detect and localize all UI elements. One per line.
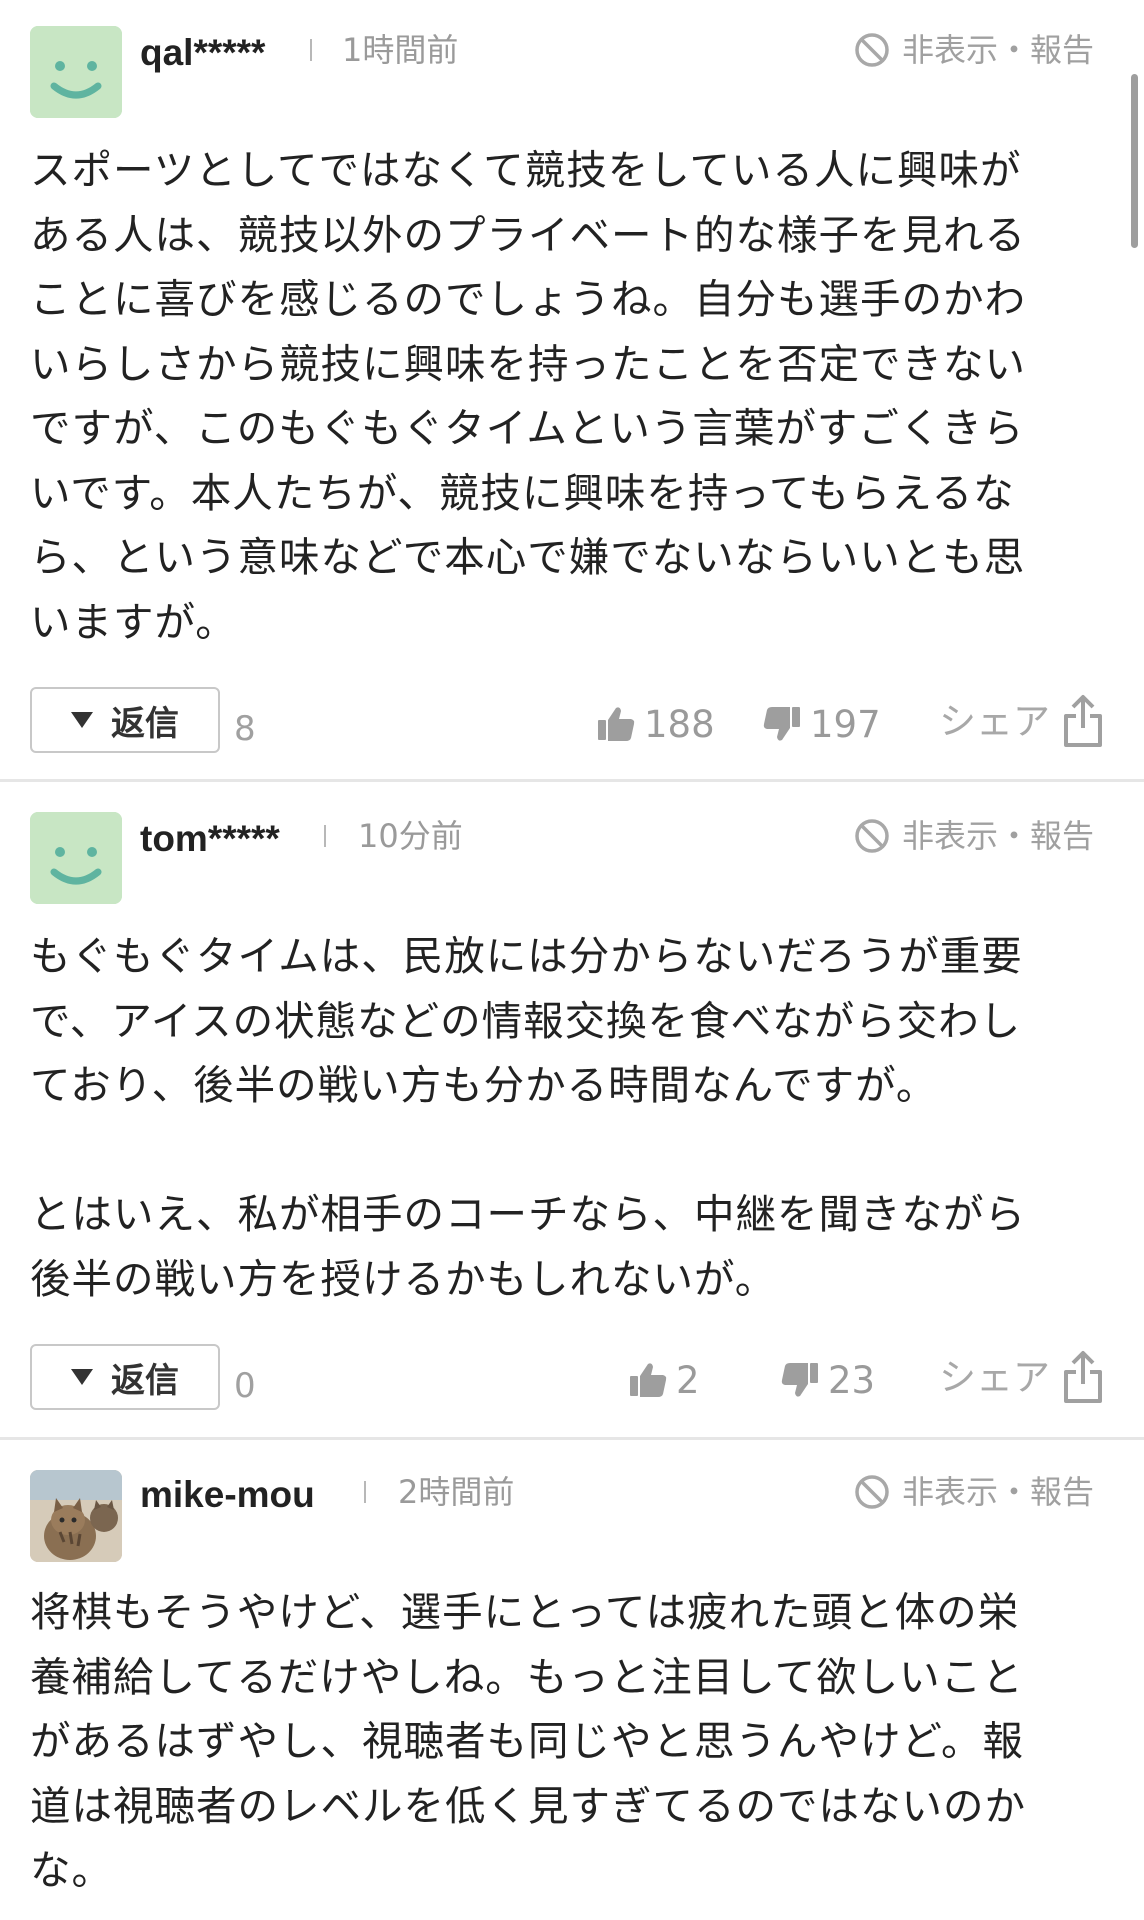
username[interactable]: qal***** xyxy=(140,34,265,71)
comment-text: もぐもぐタイムは、民放には分からないだろうが重要 で、アイスの状態などの情報交換… xyxy=(30,932,1026,1303)
timestamp: 2時間前 xyxy=(398,1473,515,1511)
hide-report-button[interactable]: 非表示・報告 xyxy=(854,818,1094,854)
share-button[interactable]: シェア xyxy=(939,694,1104,748)
separator xyxy=(310,39,312,61)
reply-button[interactable]: 返信 xyxy=(30,1344,220,1410)
like-count: 188 xyxy=(644,702,715,746)
scrollbar[interactable] xyxy=(1131,74,1138,248)
dislike-count: 23 xyxy=(828,1358,876,1402)
hide-report-label: 非表示・報告 xyxy=(901,1473,1094,1511)
reply-count: 0 xyxy=(234,1366,256,1406)
dislike-button[interactable]: 23 xyxy=(780,1360,875,1400)
like-button[interactable]: 2 xyxy=(628,1360,700,1400)
hide-report-label: 非表示・報告 xyxy=(901,817,1094,855)
reply-button[interactable]: 返信 xyxy=(30,687,220,753)
thumbs-up-icon xyxy=(630,1363,667,1397)
thumbs-down-icon xyxy=(763,707,800,741)
share-button[interactable]: シェア xyxy=(939,1350,1104,1404)
divider xyxy=(0,1437,1144,1440)
comment-text: スポーツとしてではなくて競技をしている人に興味が ある人は、競技以外のプライベー… xyxy=(30,146,1026,646)
triangle-down-icon xyxy=(71,712,93,728)
timestamp: 1時間前 xyxy=(342,31,459,69)
like-count: 2 xyxy=(676,1358,700,1402)
username[interactable]: mike-mou xyxy=(140,1476,315,1513)
prohibited-icon xyxy=(855,819,889,853)
separator xyxy=(364,1481,366,1503)
reply-count: 8 xyxy=(234,709,256,749)
share-icon xyxy=(1064,695,1102,747)
hide-report-button[interactable]: 非表示・報告 xyxy=(854,1474,1094,1510)
share-icon xyxy=(1064,1351,1102,1403)
reply-label: 返信 xyxy=(111,1360,179,1401)
smiley-avatar-icon xyxy=(30,812,122,904)
reply-label: 返信 xyxy=(111,703,179,744)
avatar[interactable] xyxy=(30,26,122,118)
divider xyxy=(0,779,1144,782)
share-label: シェア xyxy=(939,699,1050,743)
hide-report-button[interactable]: 非表示・報告 xyxy=(854,32,1094,68)
prohibited-icon xyxy=(855,33,889,67)
timestamp: 10分前 xyxy=(358,817,463,855)
smiley-avatar-icon xyxy=(30,26,122,118)
share-label: シェア xyxy=(939,1355,1050,1399)
triangle-down-icon xyxy=(71,1369,93,1385)
dislike-button[interactable]: 197 xyxy=(762,704,881,744)
cat-photo-avatar xyxy=(30,1470,122,1562)
avatar[interactable] xyxy=(30,1470,122,1562)
comment-text: 将棋もそうやけど、選手にとっては疲れた頭と体の栄 養補給してるだけやしね。もっと… xyxy=(30,1588,1026,1894)
avatar[interactable] xyxy=(30,812,122,904)
dislike-count: 197 xyxy=(810,702,881,746)
separator xyxy=(324,825,326,847)
hide-report-label: 非表示・報告 xyxy=(901,31,1094,69)
username[interactable]: tom***** xyxy=(140,820,280,857)
prohibited-icon xyxy=(855,1475,889,1509)
thumbs-down-icon xyxy=(781,1363,818,1397)
like-button[interactable]: 188 xyxy=(596,704,715,744)
thumbs-up-icon xyxy=(598,707,635,741)
